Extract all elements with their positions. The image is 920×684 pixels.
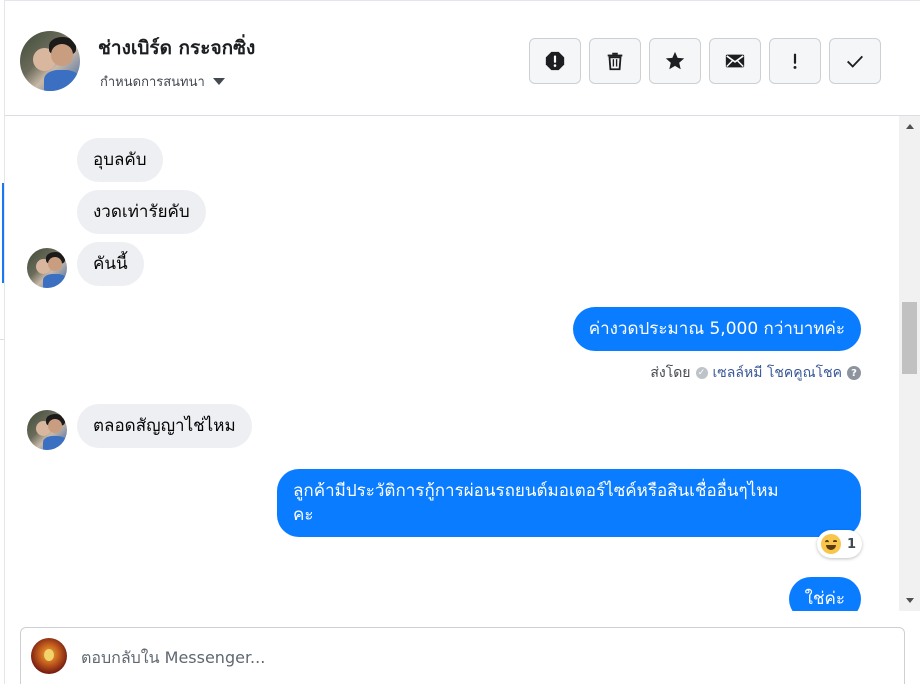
laughing-emoji-icon	[821, 534, 841, 554]
sender-avatar[interactable]	[27, 248, 67, 288]
sent-by-prefix: ส่งโดย	[650, 365, 691, 381]
verified-icon: ✓	[695, 367, 708, 379]
delete-button[interactable]	[589, 38, 641, 84]
message-bubble-outgoing[interactable]: ลูกค้ามีประวัติการกู้การผ่อนรถยนต์มอเตอร…	[277, 469, 861, 537]
caret-down-icon	[212, 78, 225, 85]
help-icon[interactable]: ?	[847, 366, 861, 380]
sent-by-info: ส่งโดย ✓ เซลล์หมี โชคคูณโชค ?	[650, 362, 861, 384]
message-text-line: คะ	[293, 505, 314, 525]
thread-scrollbar[interactable]	[899, 116, 920, 611]
sender-name[interactable]: เซลล์หมี โชคคูณโชค	[713, 362, 842, 384]
conversation-toolbar	[529, 38, 881, 84]
star-button[interactable]	[649, 38, 701, 84]
assign-conversation-label: กำหนดการสนทนา	[100, 75, 205, 90]
scroll-down-arrow-icon[interactable]	[899, 592, 920, 609]
mail-icon	[725, 54, 745, 68]
left-divider-tick	[0, 339, 4, 340]
assign-conversation-dropdown[interactable]: กำหนดการสนทนา	[100, 71, 225, 92]
sender-avatar[interactable]	[27, 410, 67, 450]
message-text-line: ลูกค้ามีประวัติการกู้การผ่อนรถยนต์มอเตอร…	[293, 481, 779, 501]
left-active-indicator	[2, 183, 4, 283]
message-bubble-incoming[interactable]: อุบลคับ	[77, 138, 163, 182]
mark-spam-button[interactable]	[529, 38, 581, 84]
reply-composer[interactable]: ตอบกลับใน Messenger...	[20, 627, 905, 684]
scrollbar-thumb[interactable]	[902, 302, 917, 374]
composer-area: ตอบกลับใน Messenger...	[5, 611, 920, 684]
follow-up-button[interactable]	[769, 38, 821, 84]
message-bubble-incoming[interactable]: งวดเท่ารัยคับ	[77, 190, 206, 234]
message-thread[interactable]: อุบลคับ งวดเท่ารัยคับ คันนี้ ค่างวดประมา…	[5, 116, 899, 611]
spam-alert-icon	[545, 51, 565, 71]
mark-done-button[interactable]	[829, 38, 881, 84]
exclamation-icon	[793, 53, 797, 69]
star-icon	[665, 51, 685, 70]
message-bubble-incoming[interactable]: คันนี้	[77, 242, 144, 286]
checkmark-icon	[847, 55, 863, 68]
message-bubble-outgoing[interactable]: ค่างวดประมาณ 5,000 กว่าบาทค่ะ	[572, 307, 861, 351]
message-reaction[interactable]: 1	[817, 530, 863, 558]
reaction-count: 1	[847, 536, 857, 552]
conversation-header: ช่างเบิร์ด กระจกซิ่ง กำหนดการสนทนา	[5, 0, 920, 116]
message-bubble-incoming[interactable]: ตลอดสัญญาไช่ไหม	[77, 404, 252, 448]
contact-avatar[interactable]	[20, 31, 80, 91]
scroll-up-arrow-icon[interactable]	[899, 118, 920, 135]
contact-name[interactable]: ช่างเบิร์ด กระจกซิ่ง	[98, 33, 255, 63]
trash-icon	[607, 52, 623, 71]
reply-input[interactable]: ตอบกลับใน Messenger...	[81, 646, 265, 671]
mark-unread-button[interactable]	[709, 38, 761, 84]
page-logo-avatar	[31, 638, 67, 674]
message-bubble-outgoing[interactable]: ใช่ค่ะ	[788, 577, 861, 611]
